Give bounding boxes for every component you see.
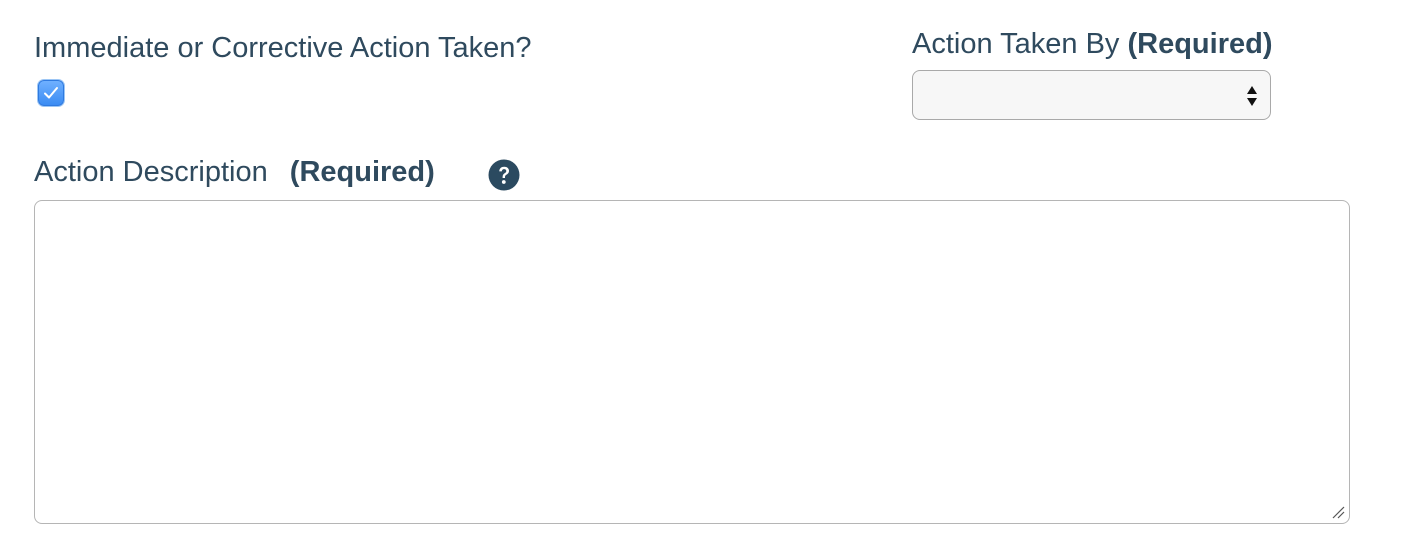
action-description-textarea[interactable] bbox=[34, 200, 1350, 524]
action-taken-by-select[interactable] bbox=[912, 70, 1271, 120]
corrective-action-label-text: Immediate or Corrective Action Taken? bbox=[34, 32, 532, 64]
corrective-action-label: Immediate or Corrective Action Taken? bbox=[34, 31, 532, 65]
corrective-action-checkbox[interactable] bbox=[38, 80, 64, 106]
required-indicator: (Required) bbox=[289, 156, 435, 188]
resize-handle-icon[interactable] bbox=[1331, 505, 1345, 519]
required-indicator: (Required) bbox=[1127, 28, 1273, 60]
action-taken-by-label-text: Action Taken By bbox=[912, 28, 1120, 60]
action-description-label-text: Action Description bbox=[34, 156, 268, 188]
check-icon bbox=[44, 87, 58, 99]
action-description-label: Action Description (Required) bbox=[34, 155, 435, 189]
up-down-arrows-icon bbox=[1247, 86, 1257, 106]
action-taken-by-label: Action Taken By (Required) bbox=[912, 27, 1272, 61]
question-circle-icon[interactable] bbox=[488, 159, 520, 191]
